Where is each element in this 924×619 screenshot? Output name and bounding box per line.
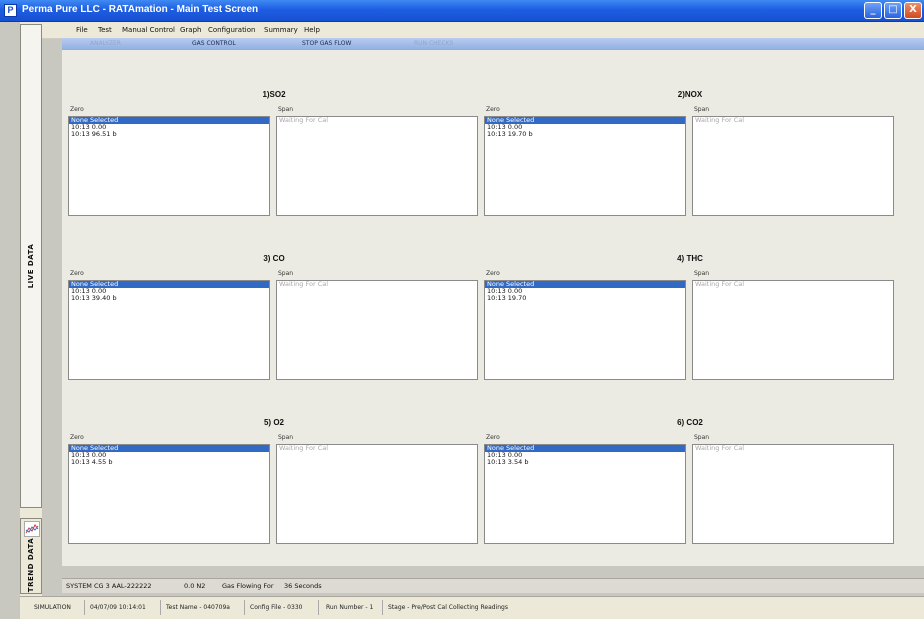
zero-label: Zero xyxy=(70,270,84,277)
status-datetime: 04/07/09 10:14:01 xyxy=(90,604,146,611)
tab-live-data-label: LIVE DATA xyxy=(27,243,35,289)
menu-graph[interactable]: Graph xyxy=(180,26,201,34)
maximize-button[interactable]: □ xyxy=(884,2,902,19)
zero-list[interactable]: None Selected 10:13 0.00 10:13 3.54 b xyxy=(484,444,686,544)
menu-help[interactable]: Help xyxy=(304,26,320,34)
status-stage: Stage - Pre/Post Cal Collecting Readings xyxy=(388,604,508,611)
gas-title: 3) CO xyxy=(263,254,285,263)
menu-manual-control[interactable]: Manual Control xyxy=(122,26,175,34)
menu-test[interactable]: Test xyxy=(98,26,112,34)
gas-block-o2: 5) O2 Zero Span None Selected 10:13 0.00… xyxy=(68,418,480,578)
toolbar-run-checks-button[interactable]: RUN CHECKS xyxy=(414,40,453,47)
zero-label: Zero xyxy=(486,270,500,277)
minimize-button[interactable]: _ xyxy=(864,2,882,19)
gas-title: 4) THC xyxy=(677,254,703,263)
span-label: Span xyxy=(278,270,294,277)
span-status: Waiting For Cal xyxy=(695,444,745,452)
span-list[interactable]: Waiting For Cal xyxy=(692,280,894,380)
status-divider xyxy=(160,600,161,615)
gas-flowing-duration: 36 Seconds xyxy=(284,582,322,590)
live-data-panel: 1)SO2 Zero Span None Selected 10:13 0.00… xyxy=(62,50,924,566)
toolbar-analyzer-button[interactable]: ANALYZER xyxy=(90,40,121,47)
menu-summary[interactable]: Summary xyxy=(264,26,298,34)
span-label: Span xyxy=(278,106,294,113)
gas-title: 1)SO2 xyxy=(262,90,286,99)
gas-flowing-label: Gas Flowing For xyxy=(222,582,274,590)
app-icon: P xyxy=(4,4,17,17)
toolbar: ANALYZER GAS CONTROL STOP GAS FLOW RUN C… xyxy=(62,38,924,50)
span-list[interactable]: Waiting For Cal xyxy=(692,444,894,544)
close-button[interactable]: X xyxy=(904,2,922,19)
list-item[interactable]: 10:13 4.55 b xyxy=(69,459,269,466)
span-list[interactable]: Waiting For Cal xyxy=(692,116,894,216)
span-label: Span xyxy=(694,106,710,113)
status-mode: SIMULATION xyxy=(34,604,71,611)
span-label: Span xyxy=(694,434,710,441)
span-status: Waiting For Cal xyxy=(695,280,745,288)
zero-list[interactable]: None Selected 10:13 0.00 10:13 96.51 b xyxy=(68,116,270,216)
span-status: Waiting For Cal xyxy=(279,280,329,288)
list-item[interactable]: 10:13 39.40 b xyxy=(69,295,269,302)
window-titlebar[interactable]: P Perma Pure LLC - RATAmation - Main Tes… xyxy=(0,0,924,22)
gas-title: 2)NOX xyxy=(677,90,703,99)
zero-list[interactable]: None Selected 10:13 0.00 10:13 39.40 b xyxy=(68,280,270,380)
cylinder-id: SYSTEM CG 3 AAL-222222 xyxy=(66,582,152,590)
status-test-name: Test Name - 040709a xyxy=(166,604,230,611)
menu-bar: File Test Manual Control Graph Configura… xyxy=(42,22,924,39)
system-gas-bar: SYSTEM CG 3 AAL-222222 0.0 N2 Gas Flowin… xyxy=(62,578,924,593)
menu-configuration[interactable]: Configuration xyxy=(208,26,255,34)
status-divider xyxy=(318,600,319,615)
gas-block-co: 3) CO Zero Span None Selected 10:13 0.00… xyxy=(68,254,480,414)
menu-file[interactable]: File xyxy=(76,26,88,34)
status-bar: SIMULATION 04/07/09 10:14:01 Test Name -… xyxy=(20,596,924,619)
gas-control-button[interactable]: GAS CONTROL xyxy=(192,40,236,47)
trend-graph-icon xyxy=(24,521,40,537)
gas-block-co2: 6) CO2 Zero Span None Selected 10:13 0.0… xyxy=(484,418,896,578)
gas-title: 6) CO2 xyxy=(677,418,703,427)
span-label: Span xyxy=(694,270,710,277)
status-config-file: Config File - 0330 xyxy=(250,604,303,611)
window-title: Perma Pure LLC - RATAmation - Main Test … xyxy=(22,4,259,15)
gas-block-nox: 2)NOX Zero Span None Selected 10:13 0.00… xyxy=(484,90,896,250)
zero-label: Zero xyxy=(70,106,84,113)
span-status: Waiting For Cal xyxy=(695,116,745,124)
list-item[interactable]: 10:13 19.70 xyxy=(485,295,685,302)
gas-block-thc: 4) THC Zero Span None Selected 10:13 0.0… xyxy=(484,254,896,414)
zero-list[interactable]: None Selected 10:13 0.00 10:13 19.70 b xyxy=(484,116,686,216)
side-tab-strip: LIVE DATA TREND DATA xyxy=(20,22,42,596)
gas-title: 5) O2 xyxy=(263,418,284,427)
zero-label: Zero xyxy=(486,434,500,441)
gas-block-so2: 1)SO2 Zero Span None Selected 10:13 0.00… xyxy=(68,90,480,250)
tab-trend-data[interactable]: TREND DATA xyxy=(20,518,42,594)
zero-list[interactable]: None Selected 10:13 0.00 10:13 4.55 b xyxy=(68,444,270,544)
list-item[interactable]: 10:13 3.54 b xyxy=(485,459,685,466)
span-list[interactable]: Waiting For Cal xyxy=(276,116,478,216)
status-run-number: Run Number - 1 xyxy=(326,604,374,611)
stop-gas-flow-button[interactable]: STOP GAS FLOW xyxy=(302,40,351,47)
status-divider xyxy=(84,600,85,615)
tab-live-data[interactable]: LIVE DATA xyxy=(20,24,42,508)
gas-value: 0.0 N2 xyxy=(184,582,206,590)
span-label: Span xyxy=(278,434,294,441)
status-divider xyxy=(244,600,245,615)
zero-label: Zero xyxy=(70,434,84,441)
tab-trend-data-label: TREND DATA xyxy=(27,537,35,593)
zero-list[interactable]: None Selected 10:13 0.00 10:13 19.70 xyxy=(484,280,686,380)
status-divider xyxy=(382,600,383,615)
span-status: Waiting For Cal xyxy=(279,116,329,124)
list-item[interactable]: 10:13 96.51 b xyxy=(69,131,269,138)
span-list[interactable]: Waiting For Cal xyxy=(276,444,478,544)
list-item[interactable]: 10:13 19.70 b xyxy=(485,131,685,138)
zero-label: Zero xyxy=(486,106,500,113)
span-status: Waiting For Cal xyxy=(279,444,329,452)
span-list[interactable]: Waiting For Cal xyxy=(276,280,478,380)
